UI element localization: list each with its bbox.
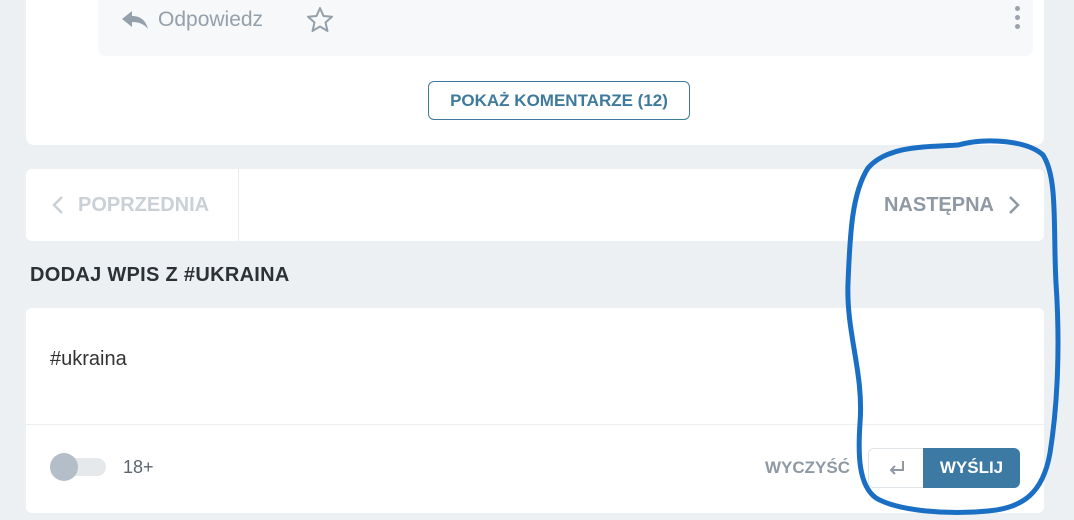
reply-label: Odpowiedz [158,8,264,31]
star-icon[interactable] [305,5,335,40]
reply-button[interactable]: Odpowiedz [120,6,263,34]
entry-text-input[interactable]: #ukraina [50,348,127,371]
previous-page-button[interactable]: POPRZEDNIA [26,169,239,241]
entry-card: Odpowiedz POKAŻ KOMENTARZE (12) [26,0,1044,145]
nsfw-label: 18+ [123,457,154,477]
show-comments-button[interactable]: POKAŻ KOMENTARZE (12) [428,81,690,120]
chevron-left-icon [52,196,63,214]
reply-icon [122,11,148,29]
comment-actions-bar: Odpowiedz [98,0,1033,56]
previous-page-label: POPRZEDNIA [78,193,210,216]
more-vertical-icon[interactable] [1015,6,1021,33]
highlight-annotation [845,138,1061,515]
nsfw-toggle[interactable] [50,453,106,481]
section-title: DODAJ WPIS Z #UKRAINA [30,264,290,286]
